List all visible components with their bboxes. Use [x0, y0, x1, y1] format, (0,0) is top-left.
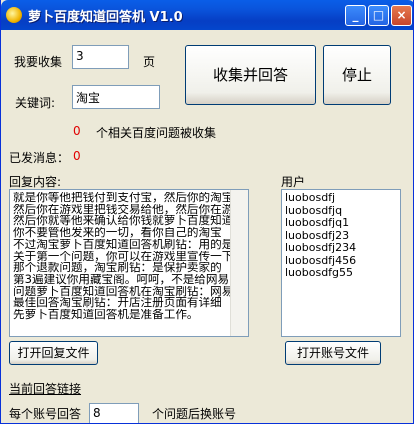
reply-line: 就是你等他把钱付到支付宝，然后你的淘宝: [13, 192, 232, 204]
close-button[interactable]: ×: [391, 5, 412, 26]
reply-line: 不过淘宝萝卜百度知道回答机刷钻：用的是: [13, 238, 232, 251]
current-answer-link[interactable]: 当前回答链接: [9, 380, 81, 397]
reply-line: 第3遍建议你用藏宝阁。呵呵，不是给网易: [13, 273, 230, 286]
pages-unit-label: 页: [143, 55, 156, 69]
user-item[interactable]: luobosdfj: [282, 191, 400, 205]
reply-line: 你不要管他发来的一切，看你自己的淘宝: [13, 227, 222, 239]
stop-button[interactable]: 停止: [323, 45, 391, 105]
minimize-button[interactable]: _: [345, 5, 366, 26]
reply-line: 先萝卜百度知道回答机是准备工作。: [13, 309, 199, 321]
collect-answer-button[interactable]: 收集并回答: [185, 45, 316, 105]
app-window: 萝卜百度知道回答机 V1.0 _ □ × 我要收集 3 页 关键词: 淘宝 收集…: [0, 0, 414, 424]
per-account-input[interactable]: 8: [89, 403, 139, 423]
open-reply-file-button[interactable]: 打开回复文件: [9, 341, 98, 365]
user-item[interactable]: luobosdfg55: [282, 266, 400, 280]
app-icon: [6, 7, 22, 23]
reply-line: 关于第一个问题，你可以在游戏里宣传一下: [13, 250, 232, 263]
user-item[interactable]: luobosdfj234: [282, 241, 400, 255]
reply-line: 问题萝卜百度知道回答机在淘宝刷钻：网易: [13, 285, 232, 298]
users-label: 用户: [281, 175, 306, 189]
users-list[interactable]: luobosdfj luobosdfjq luobosdfjq1 luobosd…: [281, 189, 401, 337]
reply-line: 最佳回答淘宝刷钻：开店注册页面有详细: [13, 297, 222, 310]
window-title: 萝卜百度知道回答机 V1.0: [28, 10, 183, 25]
reply-scrollbar[interactable]: [230, 190, 248, 336]
open-account-file-button[interactable]: 打开账号文件: [285, 341, 381, 365]
reply-line: 然后你在游戏里把钱交易给他，然后你在游: [13, 203, 232, 216]
keyword-input[interactable]: 淘宝: [72, 85, 160, 109]
pages-input[interactable]: 3: [72, 45, 129, 69]
keyword-label: 关键词:: [15, 96, 56, 110]
collected-count-text: 个相关百度问题被收集: [96, 126, 217, 140]
reply-content-label: 回复内容:: [9, 175, 62, 189]
per-account-suffix: 个问题后换账号: [152, 407, 237, 421]
reply-line: 然后你就等他来确认给你钱就萝卜百度知道: [13, 215, 232, 228]
reply-content-textarea[interactable]: 就是你等他把钱付到支付宝，然后你的淘宝 然后你在游戏里把钱交易给他，然后你在游 …: [9, 189, 249, 337]
collect-label: 我要收集: [14, 55, 63, 69]
sent-count: 0: [73, 149, 81, 163]
per-account-label: 每个账号回答: [9, 407, 82, 421]
title-bar[interactable]: 萝卜百度知道回答机 V1.0 _ □ ×: [1, 0, 413, 30]
maximize-button[interactable]: □: [368, 5, 389, 26]
user-item[interactable]: luobosdfjq1: [282, 216, 400, 230]
reply-line: 那个退款问题，淘宝刷钻：是保护卖家的: [13, 262, 222, 274]
sent-label: 已发消息：: [9, 151, 70, 165]
collected-count: 0: [73, 124, 81, 138]
